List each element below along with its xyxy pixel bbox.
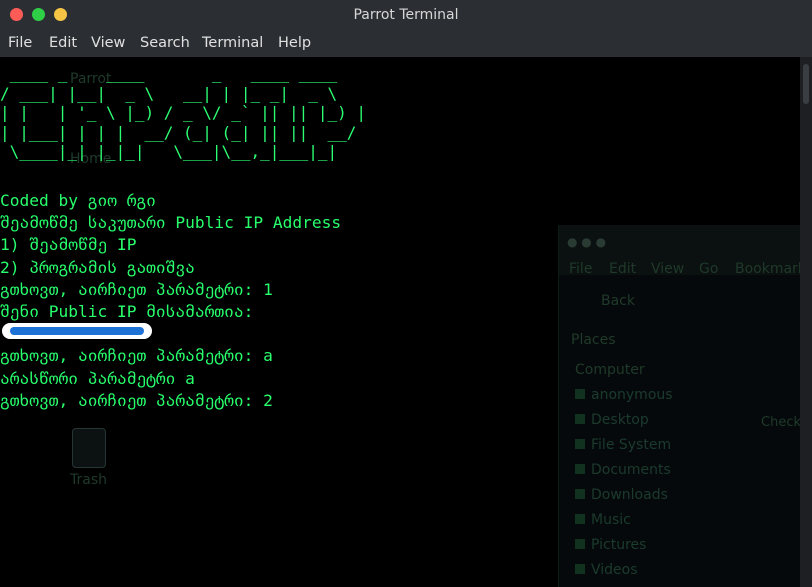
menu-bar: File Edit View Search Terminal Help (0, 30, 812, 57)
ghost-fm-menu-view: View (651, 261, 685, 277)
ghost-fm-menu-file: File (569, 261, 593, 277)
banner-line: \____|_| |_|_| \___|\__,_|___|_| (0, 142, 338, 162)
scrollbar[interactable] (800, 57, 812, 587)
ghost-fm-item: Pictures (575, 537, 705, 555)
menu-view[interactable]: View (91, 35, 125, 51)
scrollbar-thumb[interactable] (803, 64, 809, 104)
output-line: არასწორი პარამეტრი a (0, 368, 195, 388)
menu-help[interactable]: Help (278, 35, 311, 51)
trash-icon (72, 428, 106, 468)
ghost-fm-window-dots: ● ● ● (567, 235, 607, 249)
output-line: შეამოწმე საკუთარი Public IP Address (0, 213, 342, 233)
output-line: გთხოვთ, აირჩიეთ პარამეტრი: a (0, 346, 273, 366)
ghost-trash-label: Trash (70, 472, 107, 488)
ghost-fm-menu-edit: Edit (609, 261, 637, 277)
ghost-fm-places: Places (571, 332, 616, 348)
menu-file[interactable]: File (8, 35, 32, 51)
window-title: Parrot Terminal (353, 7, 459, 23)
window-titlebar: Parrot Terminal (0, 0, 812, 30)
menu-terminal[interactable]: Terminal (202, 35, 263, 51)
ghost-fm-computer: Computer (575, 362, 645, 378)
output-line: Coded by გიო რგი (0, 191, 156, 210)
redaction-fill (10, 327, 144, 335)
ghost-fm-menu-bookmarks: Bookmarks (735, 261, 800, 277)
banner-line: | | | '_ \ |_) / _ \/ _` || || |_) | (0, 103, 367, 123)
terminal-output: Coded by გიო რგი შეამოწმე საკუთარი Publi… (0, 190, 341, 412)
output-line: 1) შეამოწმე IP (0, 235, 137, 255)
ghost-fm-item: anonymous (575, 387, 705, 405)
ghost-fm-item: Videos (575, 562, 705, 580)
menu-search[interactable]: Search (140, 35, 190, 51)
banner-line: | |___| | | | __/ (_| (_| || || __/ (0, 122, 357, 142)
ghost-fm-menu-go: Go (699, 261, 719, 277)
banner-line: ____ _ ____ _ ____ ____ (0, 64, 338, 83)
ghost-fm-item: Documents (575, 462, 705, 480)
output-line: შენი Public IP მისამართია: (0, 301, 254, 321)
redacted-ip-bar (2, 323, 152, 339)
output-line: გთხოვთ, აირჩიეთ პარამეტრი: 2 (0, 390, 273, 410)
banner-line: / ___| |__| _ \ __| | |_ _| _ \ (0, 83, 338, 103)
output-line: გთხოვთ, აირჩიეთ პარამეტრი: 1 (0, 279, 273, 299)
ghost-fm-item: Downloads (575, 487, 705, 505)
ghost-file-manager: ● ● ● File Edit View Go Bookmarks Back P… (558, 225, 800, 587)
ghost-fm-check: Check (761, 415, 800, 430)
ghost-fm-item: File System (575, 437, 705, 455)
ghost-fm-item: Desktop (575, 412, 705, 430)
menu-edit[interactable]: Edit (49, 35, 77, 51)
ascii-banner: ____ _ ____ _ ____ ____ / ___| |__| _ \ … (0, 64, 366, 162)
ghost-fm-back: Back (601, 293, 635, 309)
ghost-fm-item: Music (575, 512, 705, 530)
output-line: 2) პროგრამის გათიშვა (0, 257, 195, 277)
